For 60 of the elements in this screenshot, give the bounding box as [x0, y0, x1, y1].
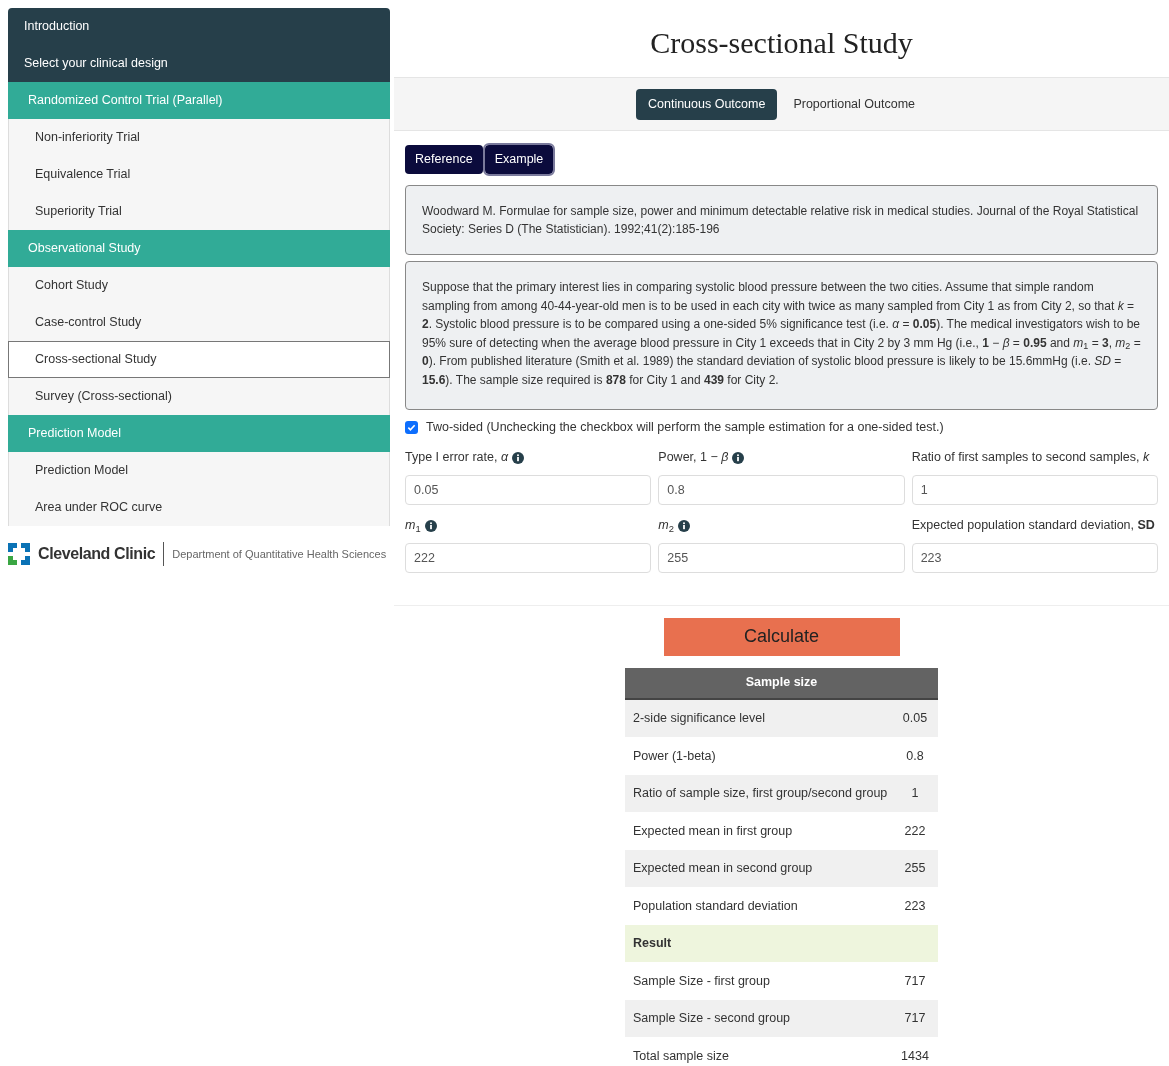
- table-cell-text: Expected mean in second group: [633, 860, 813, 878]
- table-cell-text: 717: [903, 972, 927, 990]
- input-field[interactable]: 223: [911, 542, 1158, 573]
- tab[interactable]: Continuous Outcome: [636, 88, 778, 120]
- table-cell-text: 0.8: [905, 747, 925, 765]
- info-icon[interactable]: [512, 451, 524, 464]
- table-cell-text: 255: [903, 860, 927, 878]
- page-title: Cross-sectional Study: [649, 25, 914, 61]
- checkbox[interactable]: [405, 420, 418, 434]
- table-cell-text: 223: [903, 897, 927, 915]
- sidebar-item[interactable]: Cross-sectional Study: [8, 341, 390, 378]
- section-heading: Result: [633, 935, 672, 953]
- brand-name: Cleveland Clinic: [38, 544, 156, 564]
- reference-text: Woodward M. Formulae for sample size, power and minimum detectable relative risk in medical studies. Journal of the Royal Statistical Society: Series D (The Statistician). 1992;41(2):185-196: [405, 185, 1158, 255]
- sidebar-item[interactable]: Superiority Trial: [8, 193, 390, 230]
- table-cell-text: Total sample size: [633, 1047, 729, 1065]
- table-cell-text: 222: [903, 822, 927, 840]
- table-cell-text: 1: [910, 785, 920, 803]
- field-label: Power, 1 − β: [658, 449, 729, 467]
- sidebar-item[interactable]: Case-control Study: [8, 304, 390, 341]
- sidebar-item[interactable]: Area under ROC curve: [8, 489, 390, 526]
- field-label: m$_{2}$: [658, 517, 674, 536]
- department-name: Department of Quantitative Health Sciences: [172, 546, 387, 562]
- table-cell-text: 0.05: [901, 710, 929, 728]
- field-label: m$_{1}$: [405, 517, 421, 536]
- checkbox-label: Two-sided (Unchecking the checkbox will perform the sample estimation for a one-sided test.): [426, 419, 944, 436]
- table-cell-text: Sample Size - second group: [633, 1010, 791, 1028]
- sidebar-item[interactable]: Prediction Model: [8, 452, 390, 489]
- info-icon[interactable]: [424, 519, 437, 532]
- toggle-button[interactable]: Reference: [405, 145, 483, 174]
- field-label: Expected population standard deviation, SD: [911, 517, 1155, 535]
- input-field[interactable]: 0.05: [405, 474, 652, 505]
- input-field[interactable]: 1: [911, 474, 1158, 505]
- logo-icon: [8, 543, 30, 565]
- table-cell-text: Power (1-beta): [633, 747, 716, 765]
- table-cell-text: 717: [903, 1010, 927, 1028]
- sidebar-item[interactable]: Survey (Cross-sectional): [8, 378, 390, 415]
- field-label: Type I error rate, α: [405, 449, 508, 467]
- example-text: Suppose that the primary interest lies in comparing systolic blood pressure between the two cities. Assume that simple random sampling from among 40-44-year-old men is to be used in each city with twice as many sampled from City 1 as from City 2, so that k = 2. Systolic blood pressure is to be compared using a one-sided 5% significance test (i.e. α = 0.05). The medical investigators wish to be 95% sure of detecting when the average blood pressure in City 1 exceeds that in City 2 by 3 mm Hg (i.e., 1 − β = 0.95 and m$_{1}$ = 3, m$_{2}$ = 0). From published literature (Smith et al. 1989) the standard deviation of systolic blood pressure is likely to be 15.6mmHg (i.e. SD = 15.6). The sample size required is 878 for City 1 and 439 for City 2.: [405, 261, 1158, 410]
- sidebar-header[interactable]: Introduction: [8, 8, 390, 45]
- input-field[interactable]: 222: [405, 542, 652, 573]
- info-icon[interactable]: [677, 519, 690, 532]
- tab[interactable]: Proportional Outcome: [781, 88, 927, 120]
- table-cell-text: Sample Size - first group: [633, 972, 770, 990]
- sidebar-item[interactable]: Cohort Study: [8, 267, 390, 304]
- info-icon[interactable]: [732, 451, 745, 464]
- sidebar-item[interactable]: Non-inferiority Trial: [8, 119, 390, 156]
- table-cell-text: 2-side significance level: [633, 710, 765, 728]
- table-cell-text: 1434: [900, 1047, 930, 1065]
- field-label: Ratio of first samples to second samples, k: [911, 449, 1150, 467]
- sidebar-item[interactable]: Equivalence Trial: [8, 156, 390, 193]
- sidebar-header[interactable]: Select your clinical design: [8, 45, 390, 82]
- table-cell-text: Ratio of sample size, first group/second group: [633, 785, 888, 803]
- calculate-button[interactable]: Calculate: [663, 617, 900, 656]
- input-field[interactable]: 255: [658, 542, 905, 573]
- table-cell-text: Expected mean in first group: [633, 822, 793, 840]
- table-header: Sample size: [625, 667, 938, 700]
- table-cell-text: Population standard deviation: [633, 897, 798, 915]
- input-field[interactable]: 0.8: [658, 474, 905, 505]
- toggle-button[interactable]: Example: [484, 145, 554, 174]
